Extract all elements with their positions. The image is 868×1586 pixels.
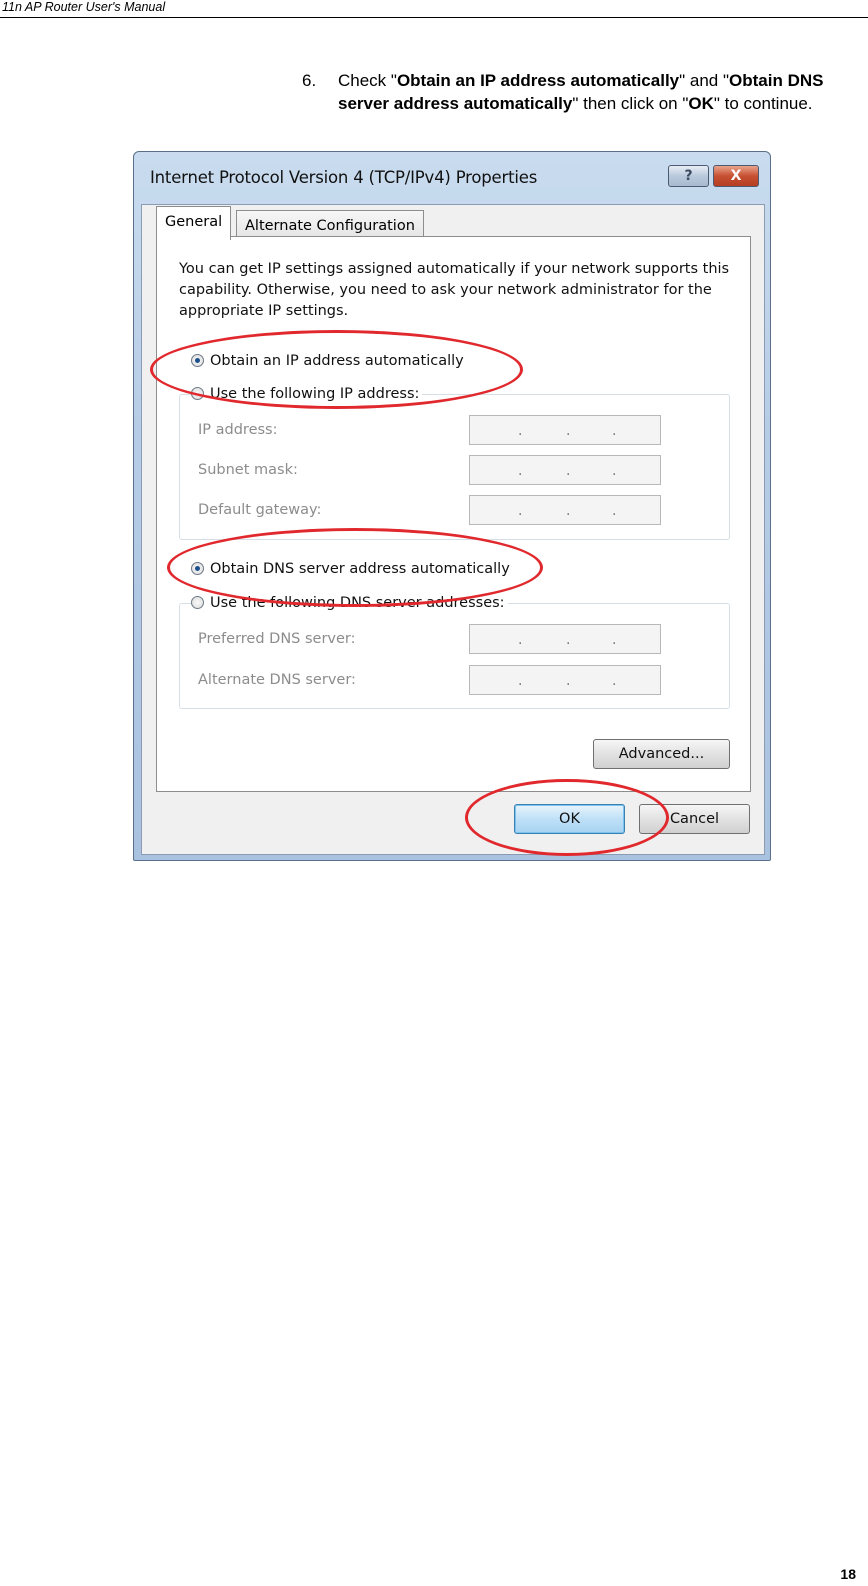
step-text: Check "Obtain an IP address automaticall… <box>338 69 860 115</box>
close-icon: X <box>730 168 742 184</box>
default-gateway-field[interactable]: ... <box>469 495 661 525</box>
subnet-mask-label: Subnet mask: <box>198 462 298 478</box>
alternate-dns-field[interactable]: ... <box>469 665 661 695</box>
use-following-ip-label: Use the following IP address: <box>210 386 420 402</box>
radio-selected-icon <box>191 354 204 367</box>
subnet-mask-field[interactable]: ... <box>469 455 661 485</box>
alternate-dns-label: Alternate DNS server: <box>198 672 356 688</box>
obtain-ip-auto-label: Obtain an IP address automatically <box>210 353 464 369</box>
ip-address-label: IP address: <box>198 422 278 438</box>
dialog-client-area: General Alternate Configuration You can … <box>141 204 765 855</box>
use-following-dns-radio[interactable]: Use the following DNS server addresses: <box>191 595 508 611</box>
step-text-part: " to continue. <box>713 94 813 113</box>
tcpip-properties-dialog: Internet Protocol Version 4 (TCP/IPv4) P… <box>133 151 771 861</box>
cancel-button[interactable]: Cancel <box>639 804 750 834</box>
preferred-dns-label: Preferred DNS server: <box>198 631 356 647</box>
help-icon: ? <box>684 168 693 184</box>
step-text-part: OK <box>688 94 714 113</box>
ip-settings-group: IP address: ... Subnet mask: ... Default… <box>179 394 730 540</box>
dialog-titlebar: Internet Protocol Version 4 (TCP/IPv4) P… <box>134 152 770 204</box>
dialog-title: Internet Protocol Version 4 (TCP/IPv4) P… <box>150 168 538 187</box>
use-following-dns-label: Use the following DNS server addresses: <box>210 595 505 611</box>
help-button[interactable]: ? <box>668 165 709 187</box>
tab-general[interactable]: General <box>156 206 232 240</box>
radio-unselected-icon <box>191 596 204 609</box>
general-tab-panel: You can get IP settings assigned automat… <box>156 236 751 792</box>
manual-title: 11n AP Router User's Manual <box>2 0 166 14</box>
obtain-dns-auto-radio[interactable]: Obtain DNS server address automatically <box>191 561 513 577</box>
use-following-ip-radio[interactable]: Use the following IP address: <box>191 386 423 402</box>
default-gateway-label: Default gateway: <box>198 502 322 518</box>
description-text: You can get IP settings assigned automat… <box>179 261 730 319</box>
obtain-dns-auto-label: Obtain DNS server address automatically <box>210 561 510 577</box>
step-text-part: " and " <box>679 71 730 90</box>
advanced-button[interactable]: Advanced... <box>593 739 730 769</box>
step-number: 6. <box>302 71 317 90</box>
radio-unselected-icon <box>191 387 204 400</box>
ip-address-field[interactable]: ... <box>469 415 661 445</box>
close-button[interactable]: X <box>713 165 759 187</box>
ok-button[interactable]: OK <box>514 804 625 834</box>
page-number: 18 <box>840 1566 856 1582</box>
step-text-part: Check " <box>338 71 397 90</box>
preferred-dns-field[interactable]: ... <box>469 624 661 654</box>
step-text-part: Obtain an IP address automatically <box>396 71 680 90</box>
radio-selected-icon <box>191 562 204 575</box>
step-text-part: " then click on " <box>572 94 689 113</box>
page-header: 11n AP Router User's Manual <box>0 0 868 18</box>
obtain-ip-auto-radio[interactable]: Obtain an IP address automatically <box>191 353 467 369</box>
dns-settings-group: Preferred DNS server: ... Alternate DNS … <box>179 603 730 709</box>
